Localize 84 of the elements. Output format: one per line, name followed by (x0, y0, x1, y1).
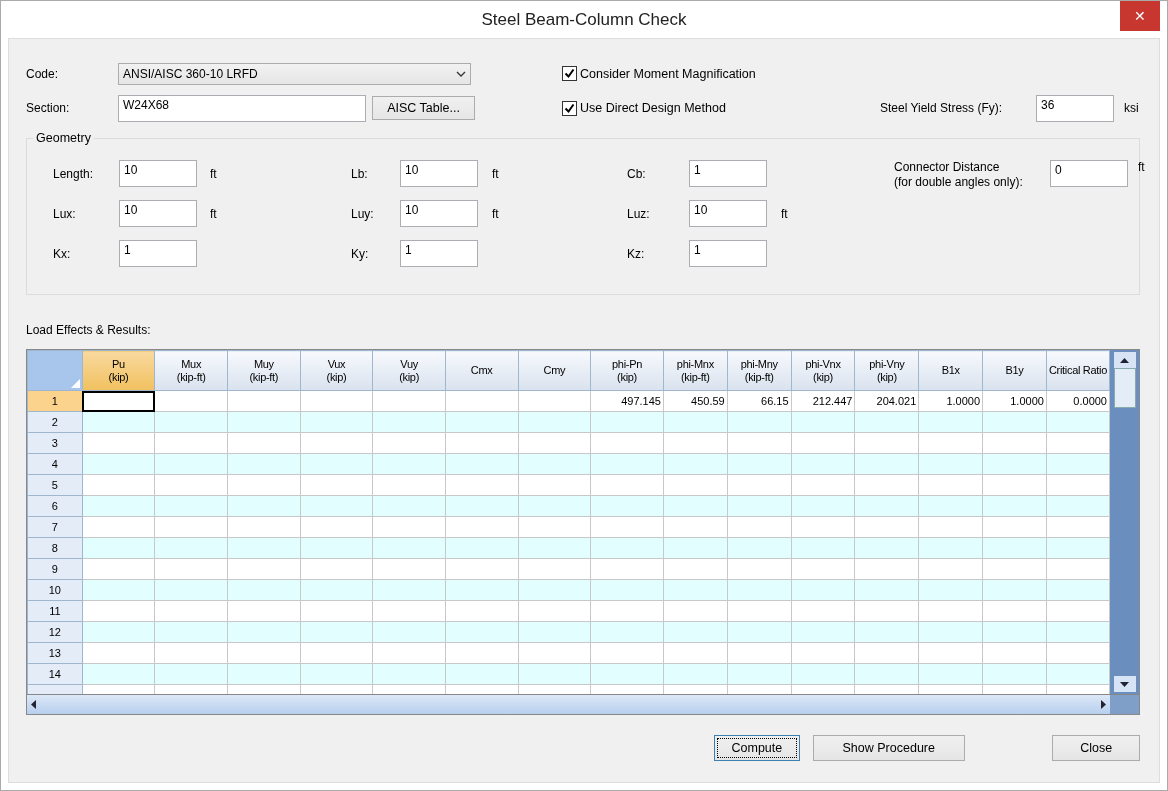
column-header[interactable]: phi-Mnx (kip-ft) (663, 350, 728, 391)
table-cell[interactable] (82, 390, 155, 412)
input-field[interactable]: 1 (689, 240, 767, 267)
horizontal-scrollbar[interactable] (27, 694, 1110, 714)
dialog-button[interactable]: Compute (714, 735, 800, 761)
row-header[interactable]: 5 (27, 474, 83, 496)
unit-label: ft (210, 206, 217, 221)
close-button[interactable]: ✕ (1120, 1, 1160, 31)
unit-label: ft (1138, 160, 1145, 174)
column-header[interactable]: Cmy (518, 350, 591, 391)
row-header[interactable]: 4 (27, 453, 83, 475)
field-label: Steel Yield Stress (Fy): (880, 101, 1004, 115)
row-header[interactable]: 9 (27, 558, 83, 580)
field-label: Length: (53, 166, 95, 181)
input-field[interactable]: 1 (400, 240, 478, 267)
field-label: Section: (26, 101, 71, 115)
code-dropdown[interactable]: ANSI/AISC 360-10 LRFD (118, 62, 471, 85)
field-label: Ky: (351, 246, 370, 261)
field-label: Connector Distance (for double angles only): (894, 160, 1024, 190)
corner-triangle-icon (70, 379, 80, 388)
chevron-down-icon (456, 70, 466, 77)
unit-label: ksi (1124, 101, 1139, 115)
column-header[interactable]: phi-Vny (kip) (854, 350, 919, 391)
row-header[interactable]: 10 (27, 579, 83, 601)
input-field[interactable]: 10 (119, 160, 197, 187)
column-header[interactable]: Pu (kip) (82, 350, 155, 391)
field-label: Lb: (351, 166, 369, 181)
column-header[interactable]: B1y (982, 350, 1047, 391)
input-field[interactable]: 10 (689, 200, 767, 227)
row-header[interactable]: 1 (27, 390, 83, 412)
field-label: Code: (26, 66, 60, 81)
row-header[interactable]: 8 (27, 537, 83, 559)
input-field[interactable]: 10 (400, 160, 478, 187)
option-checkbox[interactable]: Consider Moment Magnification (562, 66, 880, 81)
row-header[interactable]: 12 (27, 621, 83, 643)
arrow-down-icon[interactable] (1120, 681, 1129, 687)
window-title: Steel Beam-Column Check (481, 9, 687, 30)
unit-label: ft (492, 166, 499, 181)
unit-label: ft (492, 206, 499, 221)
arrow-right-icon[interactable] (1101, 700, 1106, 709)
column-header[interactable]: Vux (kip) (300, 350, 373, 391)
field-label: Lux: (53, 206, 77, 221)
section-title: Load Effects & Results: (26, 323, 152, 337)
column-header[interactable]: Vuy (kip) (372, 350, 446, 391)
row-header[interactable]: 11 (27, 600, 83, 622)
field-label: Kz: (627, 246, 646, 261)
input-field[interactable]: 10 (119, 200, 197, 227)
section-field[interactable]: W24X68 (118, 94, 366, 122)
column-header[interactable]: Critical Ratio (1046, 350, 1110, 391)
arrow-left-icon[interactable] (31, 700, 36, 709)
row-header[interactable]: 6 (27, 495, 83, 517)
row-header[interactable]: 3 (27, 432, 83, 454)
vertical-scrollbar[interactable] (1110, 350, 1139, 694)
field-label: Luy: (351, 206, 375, 221)
column-header[interactable]: Cmx (445, 350, 519, 391)
input-field[interactable]: 1 (689, 160, 767, 187)
check-icon (564, 102, 575, 114)
row-header[interactable]: 2 (27, 411, 83, 433)
group-title: Geometry (33, 131, 94, 145)
input-field[interactable]: 36 (1036, 94, 1114, 122)
arrow-up-icon[interactable] (1120, 357, 1129, 363)
dialog-button[interactable]: Close (1052, 735, 1140, 761)
input-field[interactable]: 10 (400, 200, 478, 227)
column-header[interactable]: phi-Vnx (kip) (791, 350, 855, 391)
column-header[interactable]: Mux (kip-ft) (154, 350, 228, 391)
field-label: Luz: (627, 206, 651, 221)
column-header[interactable]: phi-Mny (kip-ft) (727, 350, 792, 391)
scroll-thumb[interactable] (1113, 368, 1136, 408)
row-header[interactable]: 7 (27, 516, 83, 538)
unit-label: ft (210, 166, 217, 181)
row-header[interactable]: 14 (27, 663, 83, 685)
row-header[interactable]: 13 (27, 642, 83, 664)
column-header[interactable]: phi-Pn (kip) (590, 350, 664, 391)
unit-label: ft (781, 206, 788, 221)
column-header[interactable]: Muy (kip-ft) (227, 350, 301, 391)
column-header[interactable]: B1x (918, 350, 983, 391)
option-checkbox[interactable]: Use Direct Design Method (562, 100, 880, 116)
input-field[interactable]: 1 (119, 240, 197, 267)
check-icon (564, 68, 575, 79)
dialog-button[interactable]: Show Procedure (812, 735, 965, 761)
field-label: Kx: (53, 246, 72, 261)
field-label: Cb: (627, 166, 647, 181)
aisc-table-button[interactable]: AISC Table... (372, 96, 475, 120)
input-field[interactable]: 0 (1050, 160, 1128, 187)
